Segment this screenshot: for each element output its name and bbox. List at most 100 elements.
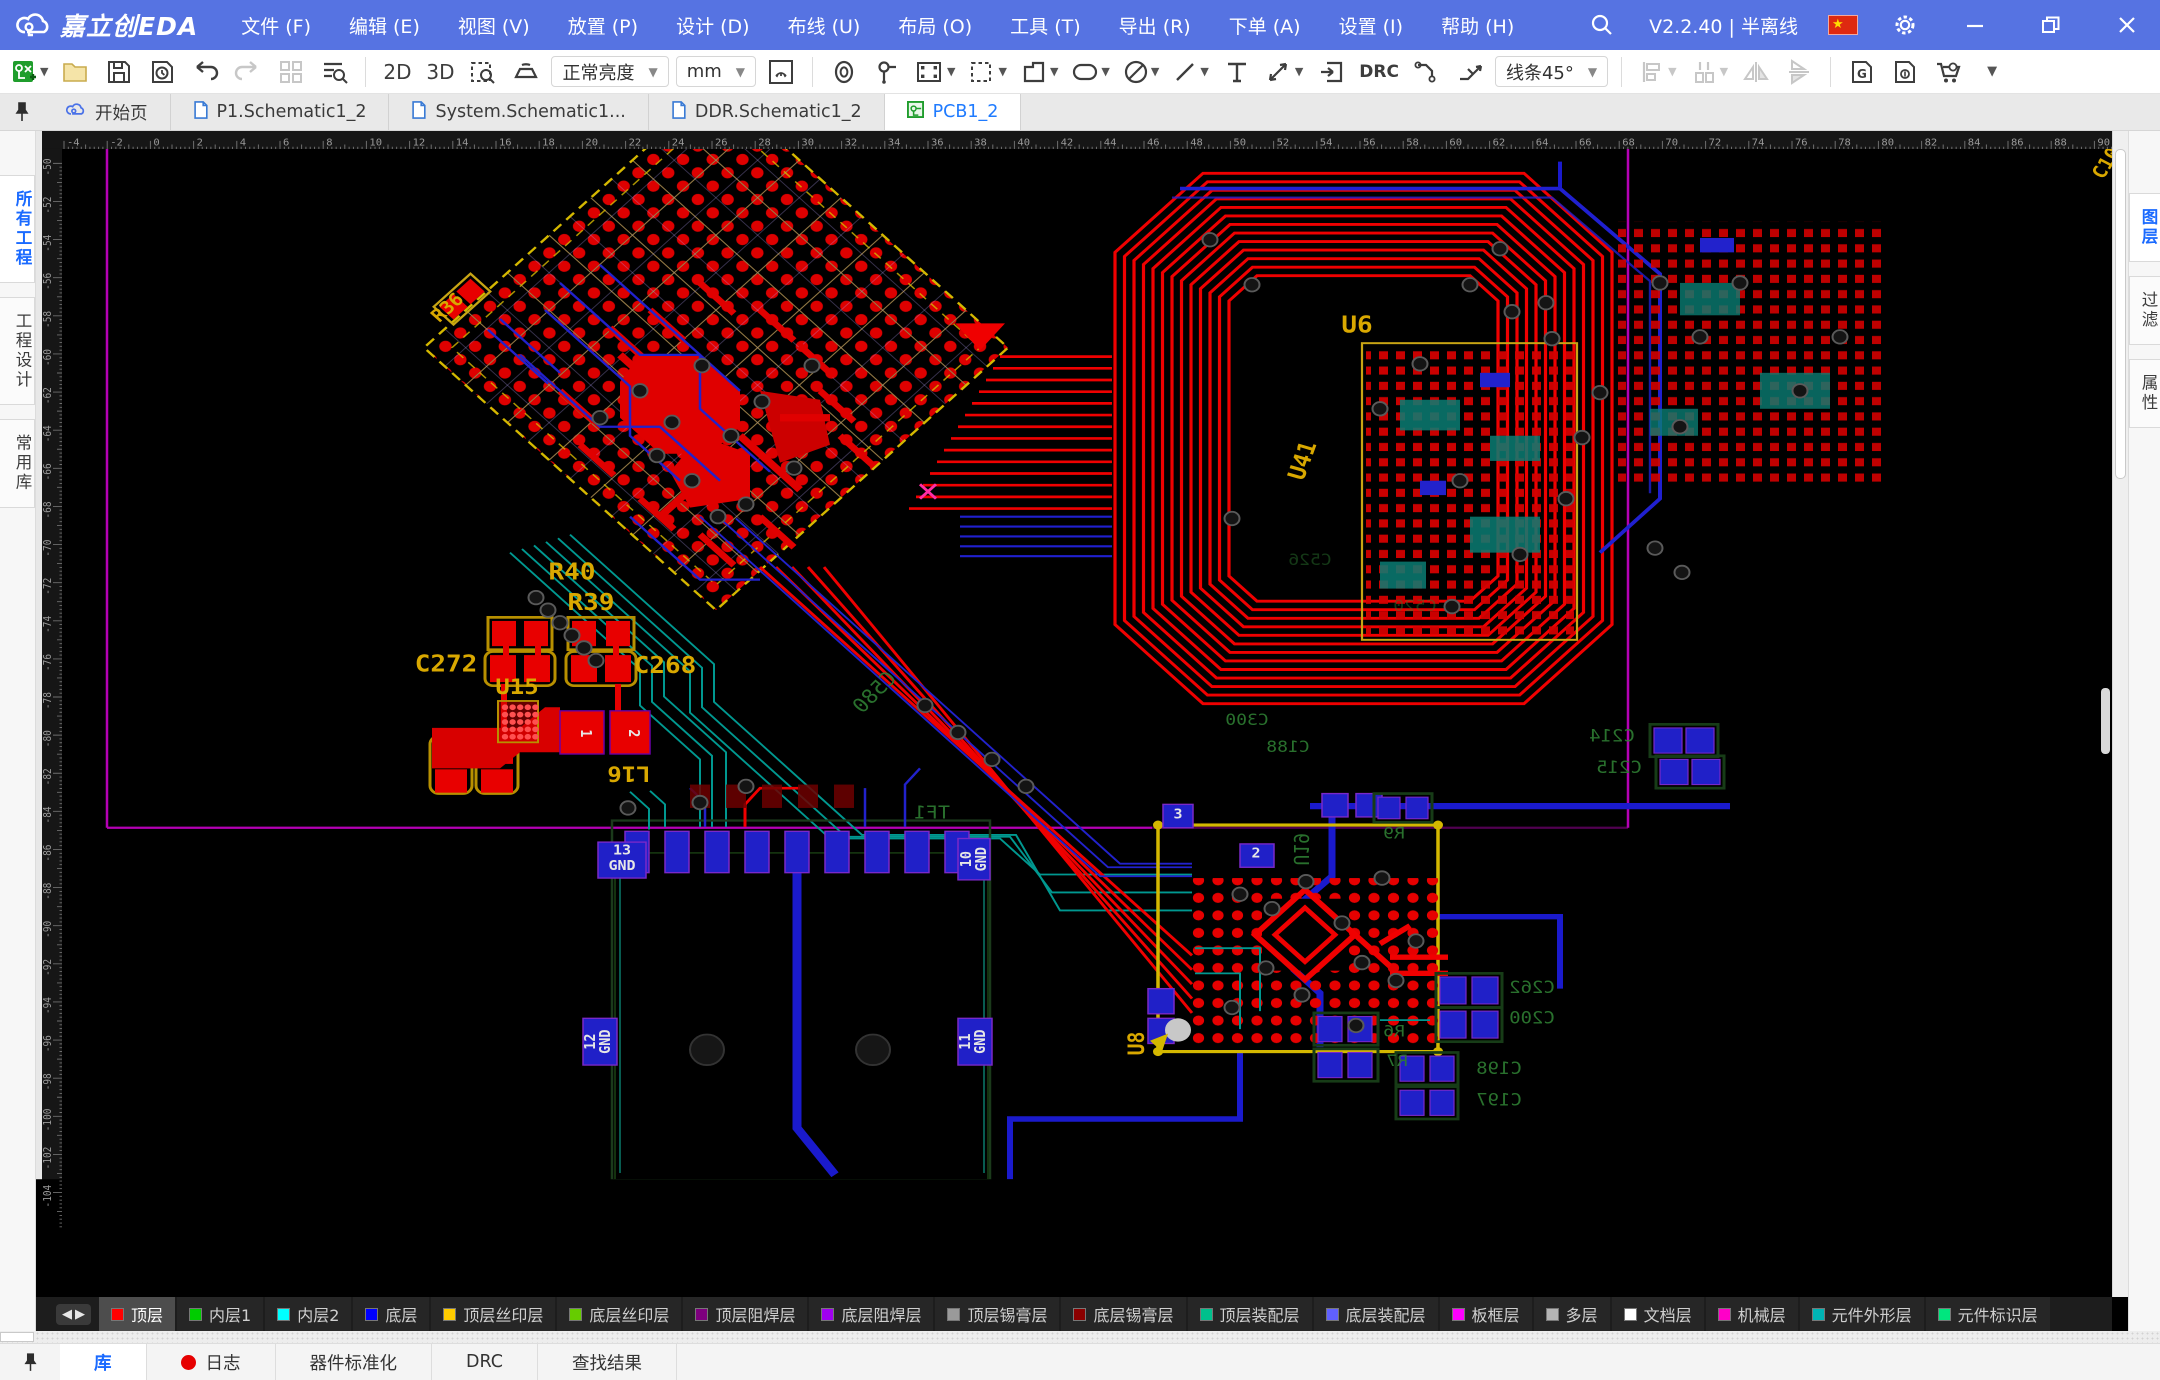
redo-button[interactable] (230, 55, 266, 89)
layer-tab-顶层丝印层[interactable]: 顶层丝印层 (431, 1297, 555, 1331)
text-tool[interactable] (1219, 55, 1255, 89)
route-tool[interactable] (1409, 55, 1445, 89)
panel-collapse-handle[interactable] (2101, 688, 2110, 754)
bottom-tab-DRC[interactable]: DRC (432, 1344, 538, 1380)
save-all-button[interactable] (144, 55, 180, 89)
line-tool[interactable]: ▼ (1169, 55, 1211, 89)
pin-tool[interactable] (869, 55, 905, 89)
open-folder-button[interactable] (58, 55, 94, 89)
distribute-button[interactable]: ▼ (1687, 55, 1731, 89)
menu-7[interactable]: 工具 (T) (993, 4, 1097, 47)
menu-3[interactable]: 放置 (P) (551, 4, 655, 47)
settings-gear-icon[interactable] (1888, 8, 1922, 42)
left-tab-工程设计[interactable]: 工程设计 (0, 297, 35, 405)
bottom-tab-日志[interactable]: 日志 (147, 1344, 276, 1380)
layer-tab-元件标识层[interactable]: 元件标识层 (1926, 1297, 2050, 1331)
pcb-canvas[interactable]: -4-2024681012141618202224262830323436384… (36, 131, 2112, 1297)
layer-tab-顶层[interactable]: 顶层 (99, 1297, 175, 1331)
doc-tab-开始页[interactable]: 开始页 (44, 94, 171, 130)
menu-10[interactable]: 设置 (I) (1322, 4, 1420, 47)
hscroll-thumb[interactable] (0, 1332, 34, 1342)
drc-button[interactable]: DRC (1356, 55, 1402, 89)
import-changes-button[interactable] (1313, 55, 1349, 89)
undo-button[interactable] (187, 55, 223, 89)
layer-tab-内层1[interactable]: 内层1 (177, 1297, 263, 1331)
layer-tab-顶层锡膏层[interactable]: 顶层锡膏层 (935, 1297, 1059, 1331)
menu-1[interactable]: 编辑 (E) (332, 4, 437, 47)
board-plan-button[interactable] (273, 55, 309, 89)
layer-tab-板框层[interactable]: 板框层 (1440, 1297, 1532, 1331)
bottom-tab-查找结果[interactable]: 查找结果 (538, 1344, 677, 1380)
unit-select[interactable]: mm▼ (676, 56, 756, 87)
close-button[interactable] (2104, 5, 2150, 45)
align-button[interactable]: ▼ (1635, 55, 1679, 89)
restore-button[interactable] (2028, 5, 2074, 45)
language-flag-icon[interactable]: ★ (1828, 15, 1858, 35)
doc-tab-DDR.Schematic1_2[interactable]: DDR.Schematic1_2 (649, 94, 885, 130)
bottom-tab-器件标准化[interactable]: 器件标准化 (276, 1344, 433, 1380)
layer-nav[interactable]: ◀▶ (56, 1304, 91, 1325)
app-logo[interactable]: 嘉立创EDA (0, 7, 224, 43)
menu-8[interactable]: 导出 (R) (1102, 4, 1208, 47)
order-cart-button[interactable] (1930, 55, 1966, 89)
menu-11[interactable]: 帮助 (H) (1424, 4, 1531, 47)
right-tab-属性[interactable]: 属性 (2129, 359, 2160, 428)
menu-6[interactable]: 布局 (O) (881, 4, 989, 47)
panel-pin-icon[interactable] (0, 94, 44, 130)
vertical-scrollbar[interactable] (2112, 131, 2128, 1297)
view-2d-button[interactable]: 2D (379, 55, 415, 89)
oval-tool[interactable]: ▼ (1068, 55, 1112, 89)
layer-tab-底层阻焊层[interactable]: 底层阻焊层 (809, 1297, 933, 1331)
layer-tab-顶层装配层[interactable]: 顶层装配层 (1188, 1297, 1312, 1331)
bottom-tab-库[interactable]: 库 (60, 1344, 147, 1380)
save-button[interactable] (101, 55, 137, 89)
vscroll-thumb[interactable] (2115, 149, 2126, 479)
toolbar-more-button[interactable]: ▼ (1973, 55, 2009, 89)
layer-tab-多层[interactable]: 多层 (1534, 1297, 1610, 1331)
pcb-editor-svg[interactable]: -4-2024681012141618202224262830323436384… (36, 131, 2112, 1297)
layer-tab-底层锡膏层[interactable]: 底层锡膏层 (1061, 1297, 1185, 1331)
select-rect-tool[interactable]: ▼ (965, 55, 1009, 89)
measure-preview-button[interactable] (763, 55, 799, 89)
left-tab-所有工程[interactable]: 所有工程 (0, 175, 35, 283)
find-similar-button[interactable] (316, 55, 352, 89)
via-tool[interactable] (826, 55, 862, 89)
layer-tab-底层丝印层[interactable]: 底层丝印层 (557, 1297, 681, 1331)
menu-0[interactable]: 文件 (F) (224, 4, 328, 47)
bottom-panel-pin-icon[interactable] (0, 1344, 60, 1380)
layer-tab-元件外形层[interactable]: 元件外形层 (1800, 1297, 1924, 1331)
menu-5[interactable]: 布线 (U) (771, 4, 878, 47)
doc-tab-System.Schematic1...[interactable]: System.Schematic1... (389, 94, 648, 130)
flip-vertical-button[interactable] (1781, 55, 1817, 89)
layer-tab-文档层[interactable]: 文档层 (1612, 1297, 1704, 1331)
left-tab-常用库[interactable]: 常用库 (0, 419, 35, 508)
brightness-select[interactable]: 正常亮度▼ (551, 56, 668, 87)
menu-2[interactable]: 视图 (V) (441, 4, 547, 47)
dim-canvas-button[interactable] (508, 55, 544, 89)
menu-9[interactable]: 下单 (A) (1212, 4, 1318, 47)
layer-tab-机械层[interactable]: 机械层 (1706, 1297, 1798, 1331)
right-tab-过滤[interactable]: 过滤 (2129, 276, 2160, 345)
keepout-tool[interactable]: ▼ (1120, 55, 1162, 89)
layer-tab-内层2[interactable]: 内层2 (265, 1297, 351, 1331)
gerber-export-button[interactable]: G (1844, 55, 1880, 89)
search-icon[interactable] (1585, 8, 1619, 42)
dimension-tool[interactable]: ▼ (1262, 55, 1306, 89)
flip-horizontal-button[interactable] (1738, 55, 1774, 89)
layer-tab-底层[interactable]: 底层 (353, 1297, 429, 1331)
polygon-tool[interactable]: ▼ (1017, 55, 1061, 89)
minimize-button[interactable] (1952, 5, 1998, 45)
right-tab-图层[interactable]: 图层 (2129, 193, 2160, 262)
layer-tab-顶层阻焊层[interactable]: 顶层阻焊层 (683, 1297, 807, 1331)
footprint-tool[interactable]: ▼ (912, 55, 958, 89)
zoom-region-button[interactable] (465, 55, 501, 89)
new-project-button[interactable]: ▼ (8, 55, 51, 89)
bom-export-button[interactable] (1887, 55, 1923, 89)
menu-4[interactable]: 设计 (D) (659, 4, 767, 47)
doc-tab-P1.Schematic1_2[interactable]: P1.Schematic1_2 (171, 94, 390, 130)
layer-tab-底层装配层[interactable]: 底层装配层 (1314, 1297, 1438, 1331)
track-angle-select[interactable]: 线条45°▼ (1495, 56, 1608, 87)
horizontal-scrollbar[interactable] (0, 1331, 2160, 1343)
doc-tab-PCB1_2[interactable]: PCB1_2 (885, 94, 1022, 130)
diff-pair-route-tool[interactable] (1452, 55, 1488, 89)
